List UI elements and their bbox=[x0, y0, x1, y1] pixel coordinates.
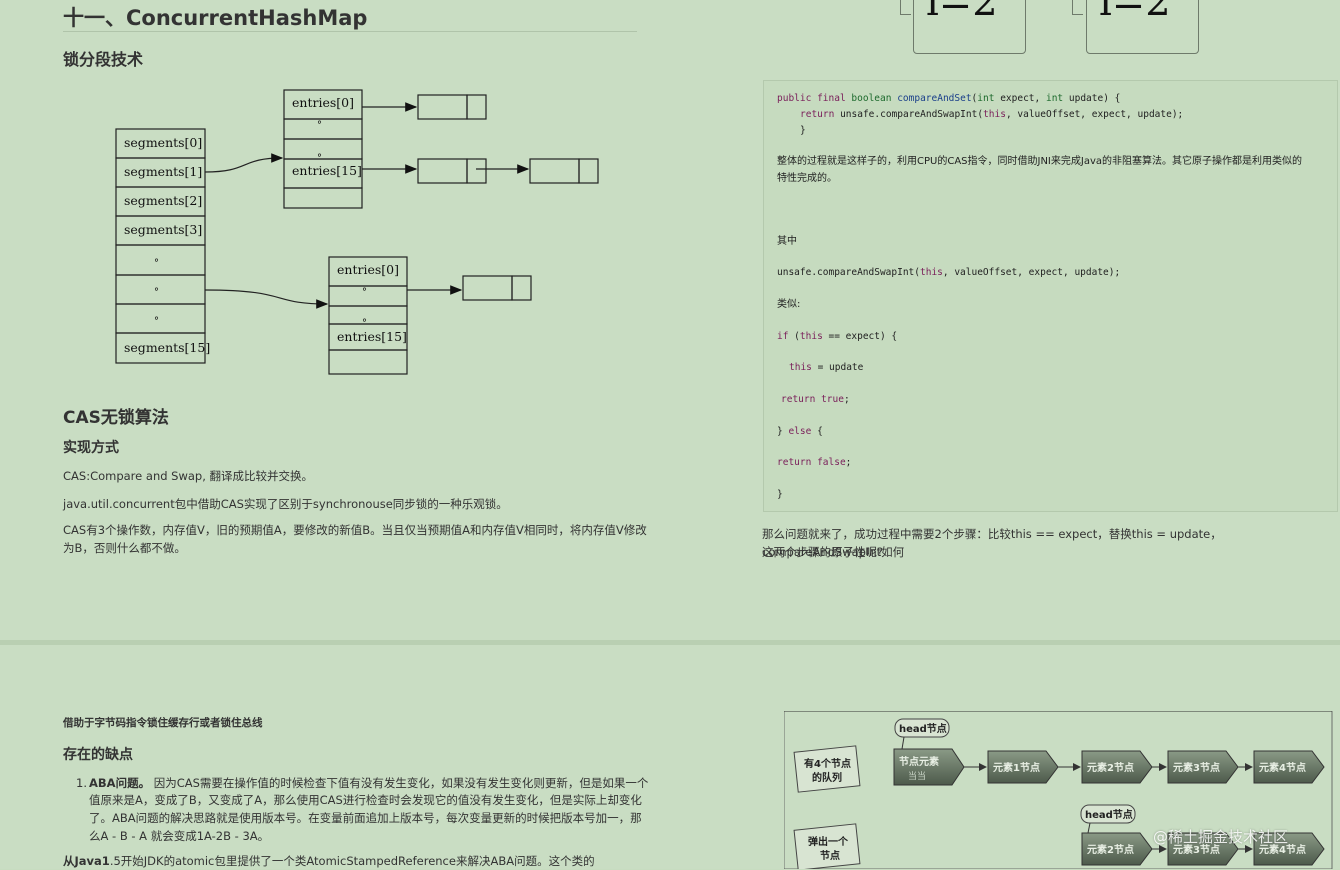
segment-label: segments[15] bbox=[124, 340, 210, 355]
segment-cell bbox=[115, 244, 206, 276]
question-line2: 这两个步骤的原子性呢? bbox=[762, 545, 884, 559]
entries-label: ° bbox=[317, 120, 322, 131]
queue-label-text: 的队列 bbox=[812, 771, 842, 784]
hash-entry-node bbox=[466, 158, 487, 184]
code-panel: public final boolean compareAndSet(int e… bbox=[763, 80, 1338, 512]
code-line-return-true: return true; bbox=[781, 394, 850, 405]
queue-node-text: 元素2节点 bbox=[1087, 761, 1134, 774]
entries-cell bbox=[328, 285, 408, 307]
segment-cell bbox=[115, 303, 206, 334]
head-tag-text: head节点 bbox=[1085, 808, 1133, 821]
queue-node-text: 元素1节点 bbox=[993, 761, 1040, 774]
page-one: 十一、ConcurrentHashMap 锁分段技术 segments[0] s… bbox=[0, 0, 1340, 640]
i2-label: i=2 bbox=[926, 0, 998, 25]
entries-cell bbox=[283, 187, 363, 209]
paragraph-operands-line1: CAS有3个操作数，内存值V，旧的预期值A，要修改的新值B。当且仅当预期值A和内… bbox=[63, 523, 647, 537]
hash-entry-node bbox=[529, 158, 580, 184]
description-line2: 特性完成的。 bbox=[777, 173, 837, 184]
i2-label: i=2 bbox=[1099, 0, 1171, 25]
title-divider bbox=[63, 31, 637, 32]
list-item-line2: 值原来是A，变成了B，又变成了A，那么使用CAS进行检查时会发现它的值没有发生变… bbox=[89, 793, 642, 807]
i2-box-left: i=2 bbox=[913, 0, 1026, 54]
segment-label: segments[3] bbox=[124, 222, 202, 237]
entries-label: entries[0] bbox=[337, 262, 399, 277]
paragraph-optimistic-lock: java.util.concurrent包中借助CAS实现了区别于synchro… bbox=[63, 497, 508, 511]
queue-node-text: 当当 bbox=[908, 770, 926, 782]
code-line-if: if (this == expect) { bbox=[777, 331, 898, 342]
segment-label: ° bbox=[154, 258, 159, 269]
page-two: 借助于字节码指令锁住缓存行或者锁住总线 存在的缺点 1. ABA问题。 因为CA… bbox=[0, 645, 1340, 869]
code-line-assign: this = update bbox=[789, 362, 864, 373]
subheading-flaws: 存在的缺点 bbox=[63, 747, 133, 763]
entries-cell bbox=[328, 305, 408, 325]
entries-label: entries[15] bbox=[292, 163, 362, 178]
segments-diagram: segments[0] segments[1] segments[2] segm… bbox=[115, 89, 599, 375]
hash-entry-node bbox=[417, 158, 468, 184]
i2-box-connector bbox=[1072, 0, 1083, 15]
subheading-implementation: 实现方式 bbox=[63, 440, 119, 456]
page-title: 十一、ConcurrentHashMap bbox=[63, 6, 368, 30]
queue-label-text: 弹出一个 bbox=[808, 835, 849, 848]
entries-label: entries[15] bbox=[337, 329, 407, 344]
code-line-return-false: return false; bbox=[777, 457, 852, 468]
hash-entry-node bbox=[462, 275, 513, 301]
hash-entry-node bbox=[511, 275, 532, 301]
code-line-signature: public final boolean compareAndSet(int e… bbox=[777, 93, 1121, 104]
head-tag-text: head节点 bbox=[899, 722, 947, 735]
watermark: @稀土掘金技术社区 bbox=[1152, 828, 1288, 846]
description-line1: 整体的过程就是这样子的，利用CPU的CAS指令，同时借助JNI来完成Java的非… bbox=[777, 156, 1303, 167]
code-line-cas-call: unsafe.compareAndSwapInt(this, valueOffs… bbox=[777, 267, 1121, 278]
code-line-return: return unsafe.compareAndSwapInt(this, va… bbox=[800, 109, 1184, 120]
paragraph-atomic-stamped: 从Java1.5开始JDK的atomic包里提供了一个类AtomicStampe… bbox=[63, 854, 595, 868]
code-line-else: } else { bbox=[777, 426, 823, 437]
paragraph-operands-line2: 为B，否则什么都不做。 bbox=[63, 541, 186, 555]
i2-box-right: i=2 bbox=[1086, 0, 1199, 54]
segment-label: ° bbox=[154, 287, 159, 298]
entries-cell bbox=[283, 118, 363, 140]
queue-node-text: 元素4节点 bbox=[1259, 761, 1306, 774]
section-heading-lock-segment: 锁分段技术 bbox=[63, 50, 144, 69]
entries-label: entries[0] bbox=[292, 95, 354, 110]
queue-label-text: 节点 bbox=[820, 849, 840, 862]
list-item-line4: 么A - B - A 就会变成1A-2B - 3A。 bbox=[89, 829, 270, 843]
segment-cell bbox=[115, 274, 206, 305]
hash-entry-node bbox=[417, 94, 468, 120]
hash-entry-node bbox=[578, 158, 599, 184]
code-line-close-brace: } bbox=[777, 489, 783, 500]
code-line-close: } bbox=[800, 125, 806, 136]
section-heading-cas: CAS无锁算法 bbox=[63, 408, 169, 428]
segment-label: ° bbox=[154, 316, 159, 327]
segment-label: segments[1] bbox=[124, 164, 202, 179]
segment-link-arrow bbox=[204, 289, 329, 309]
queue-node-text: 节点元素 bbox=[899, 755, 939, 768]
segment-label: segments[2] bbox=[124, 193, 202, 208]
queue-node-text: 元素2节点 bbox=[1087, 843, 1134, 856]
entries-label: ° bbox=[362, 318, 367, 329]
segment-link-arrow bbox=[204, 153, 284, 173]
entries-cell bbox=[328, 349, 408, 375]
paragraph-cas-definition: CAS:Compare and Swap, 翻译成比较并交换。 bbox=[63, 469, 314, 483]
segment-label: segments[0] bbox=[124, 135, 202, 150]
entries-label: ° bbox=[362, 287, 367, 298]
hash-entry-node bbox=[466, 94, 487, 120]
bold-note: 借助于字节码指令锁住缓存行或者锁住总线 bbox=[63, 717, 263, 729]
label-similar: 类似: bbox=[777, 299, 801, 310]
entries-cell bbox=[283, 138, 363, 160]
queue-label-text: 有4个节点 bbox=[804, 757, 851, 770]
label-among: 其中 bbox=[777, 236, 797, 247]
list-item-number: 1. bbox=[76, 776, 87, 790]
i2-box-connector bbox=[900, 0, 911, 15]
list-item-line1: ABA问题。 因为CAS需要在操作值的时候检查下值有没有发生变化，如果没有发生变… bbox=[89, 776, 649, 790]
queue-node-text: 元素3节点 bbox=[1173, 761, 1220, 774]
list-item-line3: 了。ABA问题的解决思路就是使用版本号。在变量前面追加上版本号，每次变量更新的时… bbox=[89, 811, 642, 825]
